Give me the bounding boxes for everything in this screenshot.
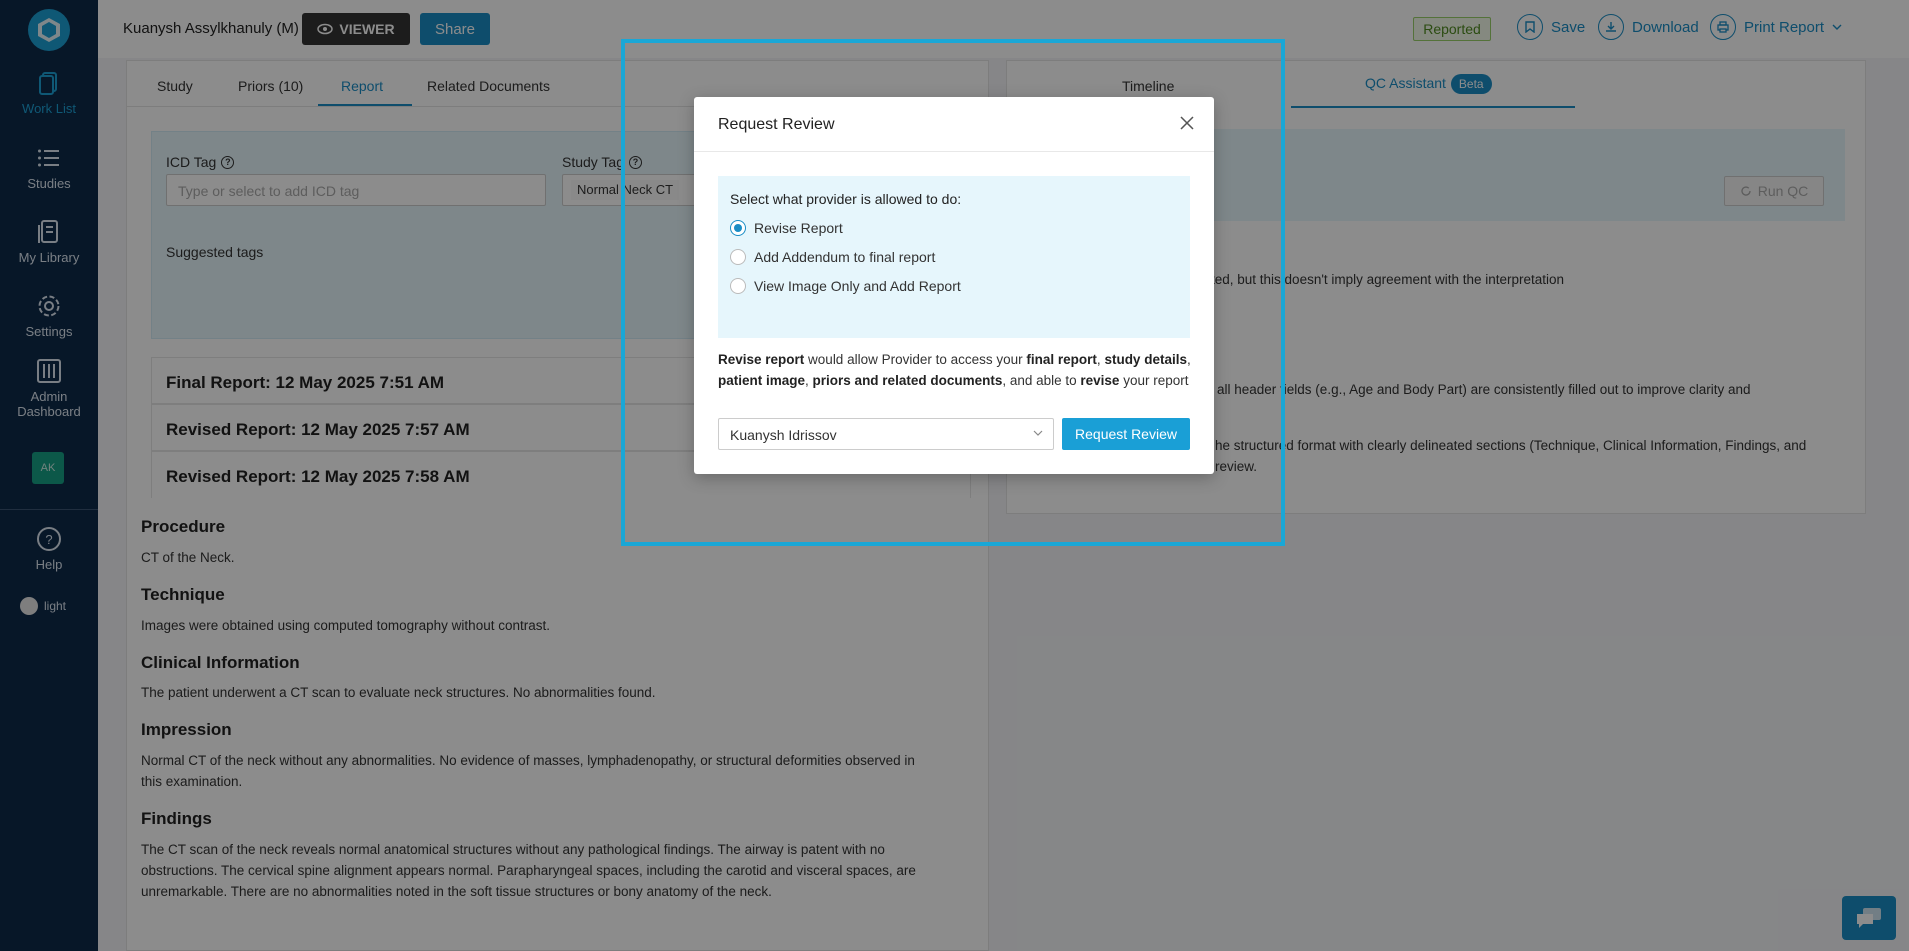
option-label: View Image Only and Add Report — [754, 278, 961, 294]
desc-text: , — [805, 373, 813, 388]
option-label: Revise Report — [754, 220, 843, 236]
permission-options: Select what provider is allowed to do: R… — [718, 176, 1190, 338]
chevron-down-icon — [1033, 430, 1043, 436]
request-review-dialog: Request Review Select what provider is a… — [694, 97, 1214, 474]
desc-bold: final report — [1026, 352, 1097, 367]
desc-bold: Revise report — [718, 352, 805, 367]
desc-bold: patient image — [718, 373, 806, 388]
request-review-button[interactable]: Request Review — [1062, 418, 1190, 450]
dialog-title: Request Review — [718, 116, 835, 133]
radio-button[interactable] — [730, 249, 746, 265]
desc-text: would allow Provider to access your — [804, 352, 1027, 367]
desc-bold: study details — [1104, 352, 1187, 367]
option-revise-report[interactable]: Revise Report — [730, 220, 843, 236]
desc-bold: priors and related documents — [812, 373, 1003, 388]
provider-value: Kuanysh Idrissov — [730, 427, 837, 443]
radio-button[interactable] — [730, 220, 746, 236]
close-icon[interactable] — [1178, 114, 1196, 132]
desc-text: , and able to — [1002, 373, 1081, 388]
option-description: Revise report would allow Provider to ac… — [718, 349, 1193, 391]
radio-button[interactable] — [730, 278, 746, 294]
option-view-image[interactable]: View Image Only and Add Report — [730, 278, 961, 294]
desc-text: , — [1186, 352, 1191, 367]
desc-text: your report — [1119, 373, 1189, 388]
desc-bold: revise — [1080, 373, 1120, 388]
dialog-header: Request Review — [694, 97, 1214, 152]
permission-prompt: Select what provider is allowed to do: — [730, 191, 962, 207]
option-label: Add Addendum to final report — [754, 249, 936, 265]
provider-select[interactable]: Kuanysh Idrissov — [718, 418, 1054, 450]
option-add-addendum[interactable]: Add Addendum to final report — [730, 249, 935, 265]
